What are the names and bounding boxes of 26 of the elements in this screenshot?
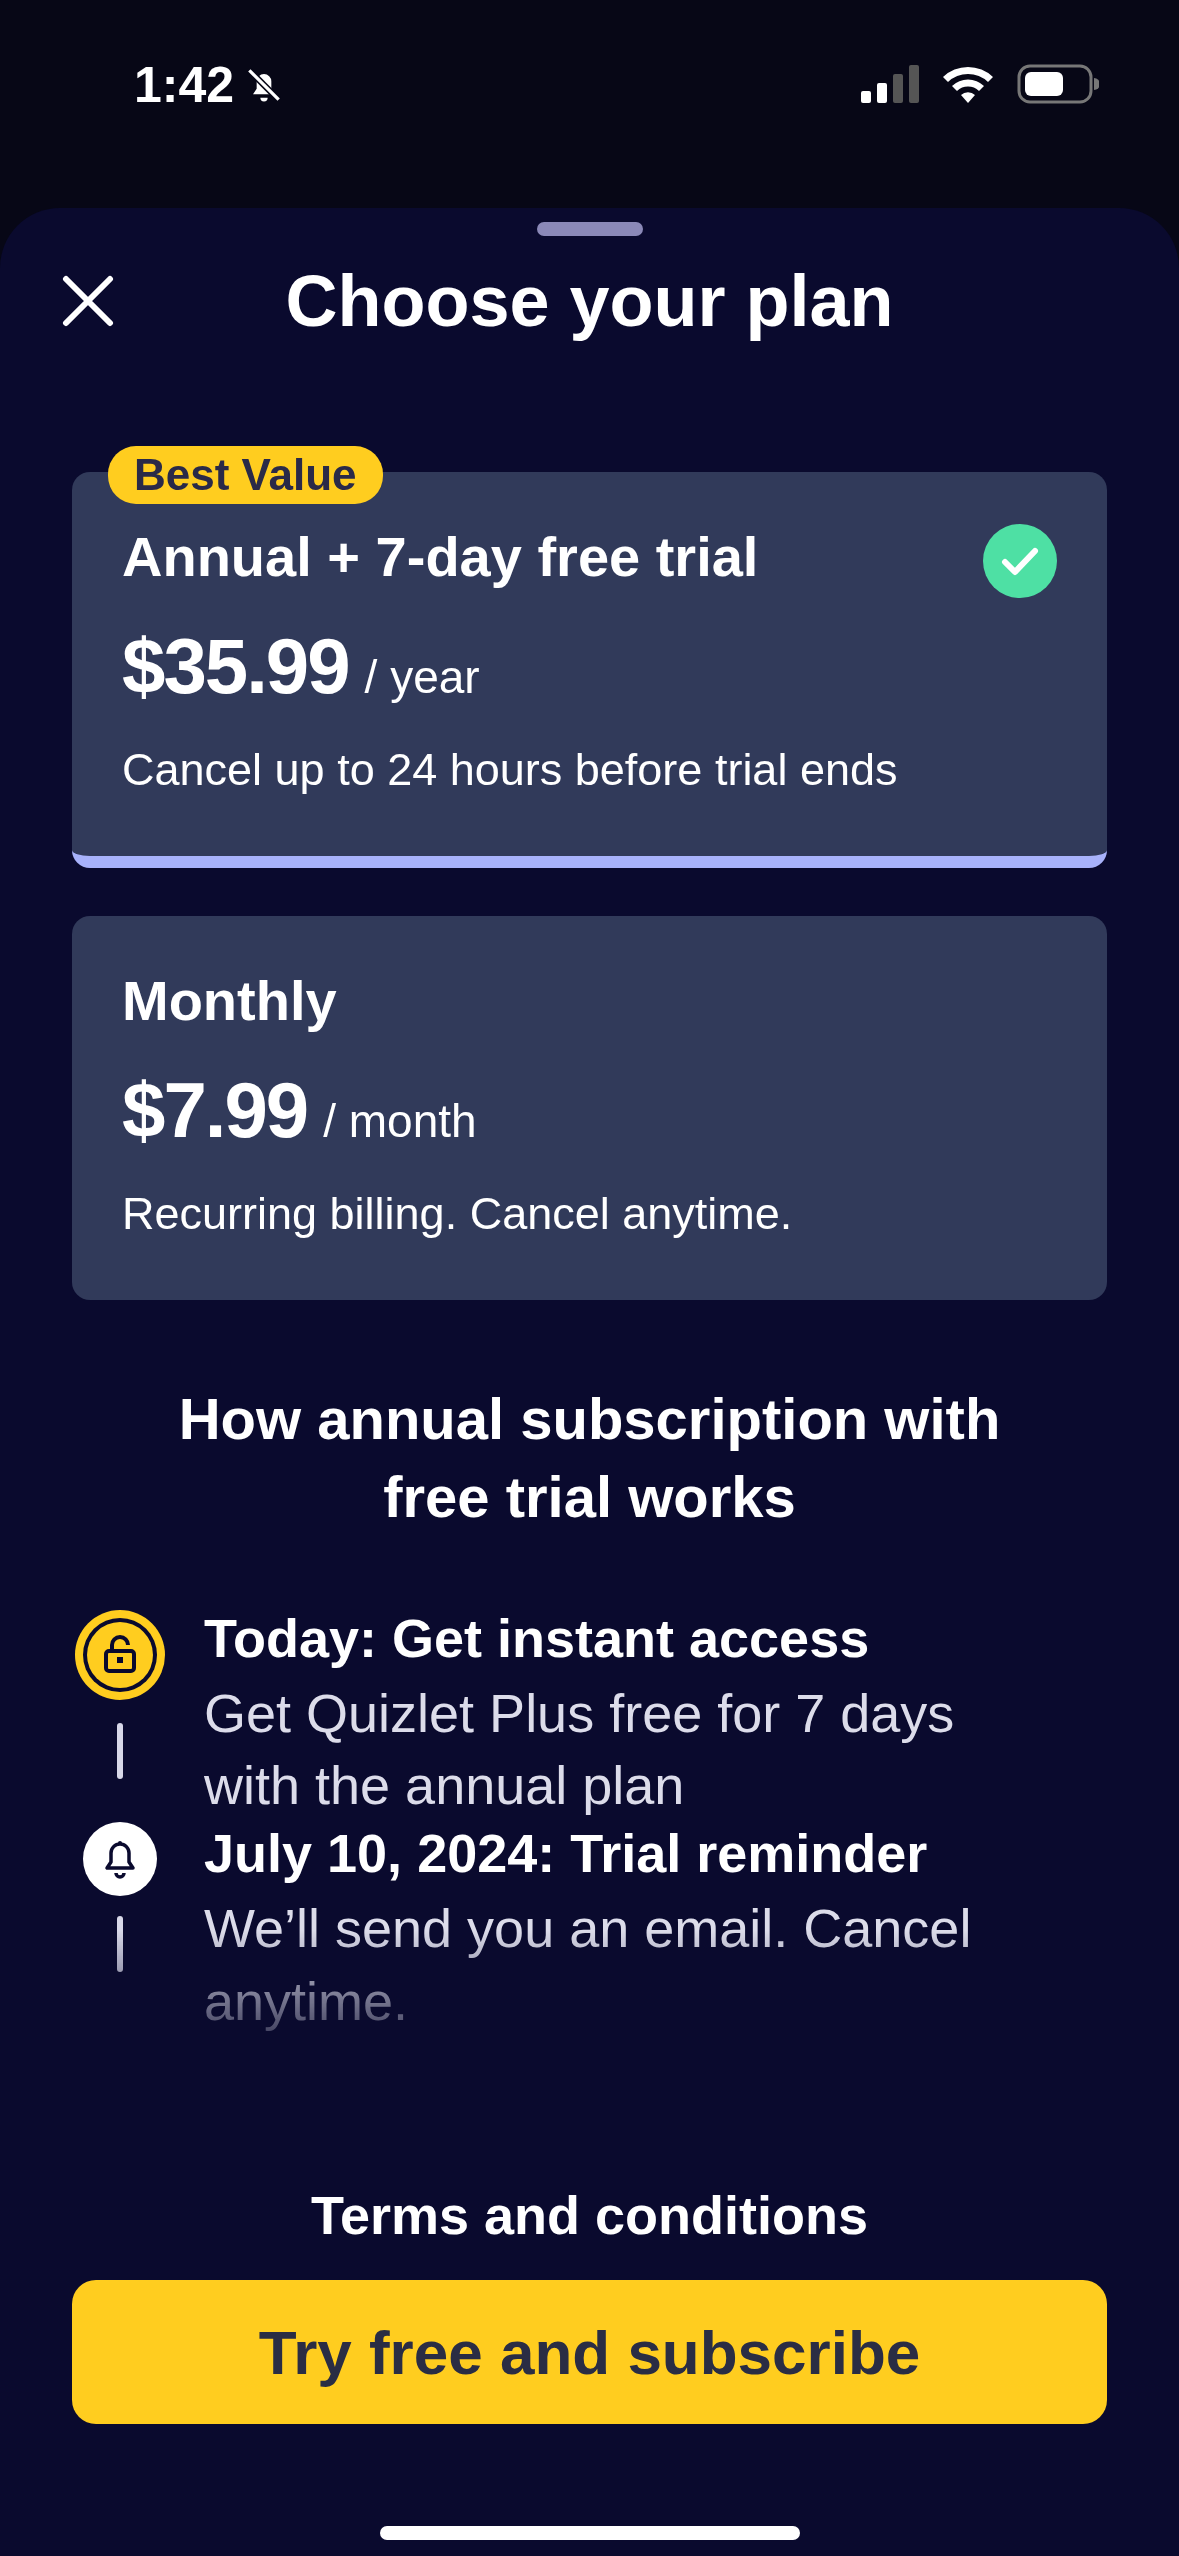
close-icon — [62, 275, 114, 327]
check-icon — [983, 524, 1057, 598]
sheet-grabber[interactable] — [536, 222, 643, 236]
section-heading: How annual subscription with free trial works — [177, 1385, 1002, 1532]
plan-period: / year — [364, 650, 480, 704]
plan-price: $35.99 — [122, 621, 349, 712]
plan-price: $7.99 — [122, 1065, 308, 1156]
battery-icon — [1017, 64, 1099, 104]
step-title: July 10, 2024: Trial reminder — [204, 1822, 929, 1885]
plan-name: Monthly — [122, 968, 337, 1033]
step-title: Today: Get instant access — [204, 1606, 871, 1669]
status-time: 1:42 — [134, 56, 235, 114]
terms-link[interactable]: Terms and conditions — [310, 2184, 869, 2246]
step-description: Get Quizlet Plus free for 7 days with the annual plan — [204, 1681, 956, 1818]
plan-badge: Best Value — [108, 446, 383, 504]
step-description: We’ll send you an email. Cancel anytime. — [204, 1897, 973, 2034]
plan-period: / month — [323, 1094, 477, 1148]
plan-note: Recurring billing. Cancel anytime. — [122, 1188, 794, 1240]
sheet-title: Choose your plan — [285, 260, 894, 342]
wifi-icon — [941, 64, 995, 104]
signal-icon — [861, 65, 919, 103]
plan-card[interactable]: Monthly $7.99 / month Recurring billing. Cancel anytime. — [72, 916, 1107, 1300]
subscribe-button[interactable]: Try free and subscribe — [72, 2280, 1107, 2424]
bell-icon — [83, 1822, 157, 1897]
plan-note: Cancel up to 24 hours before trial ends — [122, 744, 899, 796]
plan-name: Annual + 7-day free trial — [122, 524, 759, 589]
